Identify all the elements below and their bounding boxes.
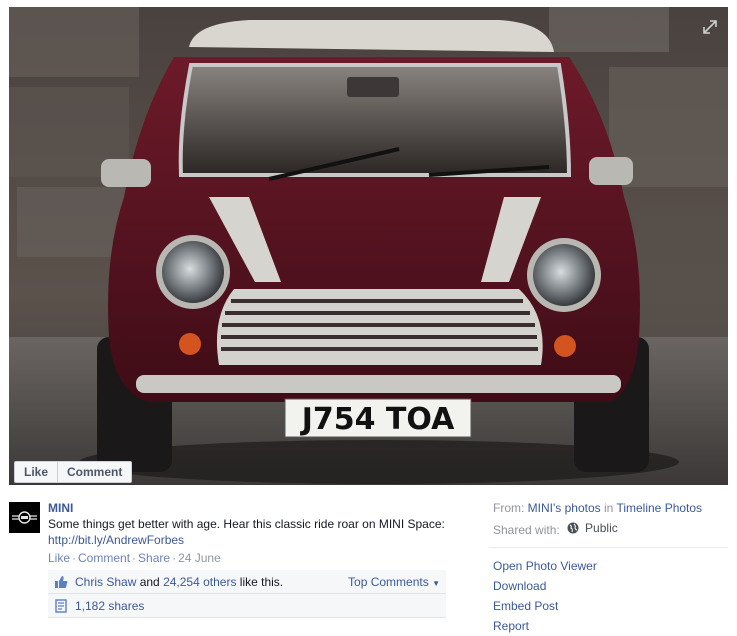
page-avatar[interactable] <box>9 502 40 533</box>
photo-actions: Like Comment <box>14 461 133 483</box>
shares-row: 1,182 shares <box>48 594 446 618</box>
top-comments-label: Top Comments <box>348 574 429 589</box>
photo-comment-button[interactable]: Comment <box>57 462 131 482</box>
post-date[interactable]: 24 June <box>178 551 221 565</box>
audience-selector[interactable]: Public <box>563 520 618 536</box>
in-label: in <box>600 501 617 515</box>
feedback-box: Chris Shaw and 24,254 others like this. … <box>48 570 446 618</box>
shared-with-label: Shared with: <box>493 523 560 537</box>
post-url-link[interactable]: http://bit.ly/AndrewForbes <box>48 532 468 548</box>
others-likes-link[interactable]: 24,254 others <box>163 575 236 589</box>
shared-with: Shared with: Public <box>493 520 728 538</box>
top-comments-dropdown[interactable]: Top Comments ▼ <box>348 575 440 589</box>
page-name-link[interactable]: MINI <box>48 500 468 516</box>
license-plate: J754 TOA <box>300 402 455 437</box>
from-label: From: <box>493 501 528 515</box>
photo-sidebar: From: MINI's photos in Timeline Photos S… <box>489 500 728 636</box>
chevron-down-icon: ▼ <box>432 578 440 588</box>
album-link[interactable]: Timeline Photos <box>616 501 702 515</box>
liker-name-link[interactable]: Chris Shaw <box>75 575 136 589</box>
likes-row: Chris Shaw and 24,254 others like this. … <box>48 570 446 594</box>
mini-logo-icon <box>12 511 37 524</box>
comment-link[interactable]: Comment <box>78 551 130 565</box>
post-photo[interactable]: J754 TOA Like Comment <box>9 7 728 485</box>
open-photo-viewer-link[interactable]: Open Photo Viewer <box>493 556 728 576</box>
globe-icon <box>567 522 579 534</box>
sidebar-divider <box>489 547 728 548</box>
likes-joiner: and <box>136 574 164 589</box>
photo-source: From: MINI's photos in Timeline Photos <box>493 500 728 516</box>
embed-post-link[interactable]: Embed Post <box>493 596 728 616</box>
shares-count-link[interactable]: 1,182 shares <box>75 599 144 613</box>
thumbs-up-icon <box>55 575 68 588</box>
car-photo-image: J754 TOA <box>9 7 728 485</box>
audience-label: Public <box>585 521 618 535</box>
post-body: MINI Some things get better with age. He… <box>48 500 468 566</box>
photo-like-button[interactable]: Like <box>15 462 57 482</box>
share-link[interactable]: Share <box>138 551 170 565</box>
expand-icon[interactable] <box>700 17 720 37</box>
album-owner-link[interactable]: MINI's photos <box>528 501 601 515</box>
post-meta: Like · Comment · Share · 24 June <box>48 551 221 565</box>
likes-suffix: like this. <box>236 574 284 589</box>
like-link[interactable]: Like <box>48 551 70 565</box>
report-link[interactable]: Report <box>493 616 728 636</box>
post-text: Some things get better with age. Hear th… <box>48 517 445 531</box>
download-link[interactable]: Download <box>493 576 728 596</box>
shares-icon <box>55 598 67 613</box>
